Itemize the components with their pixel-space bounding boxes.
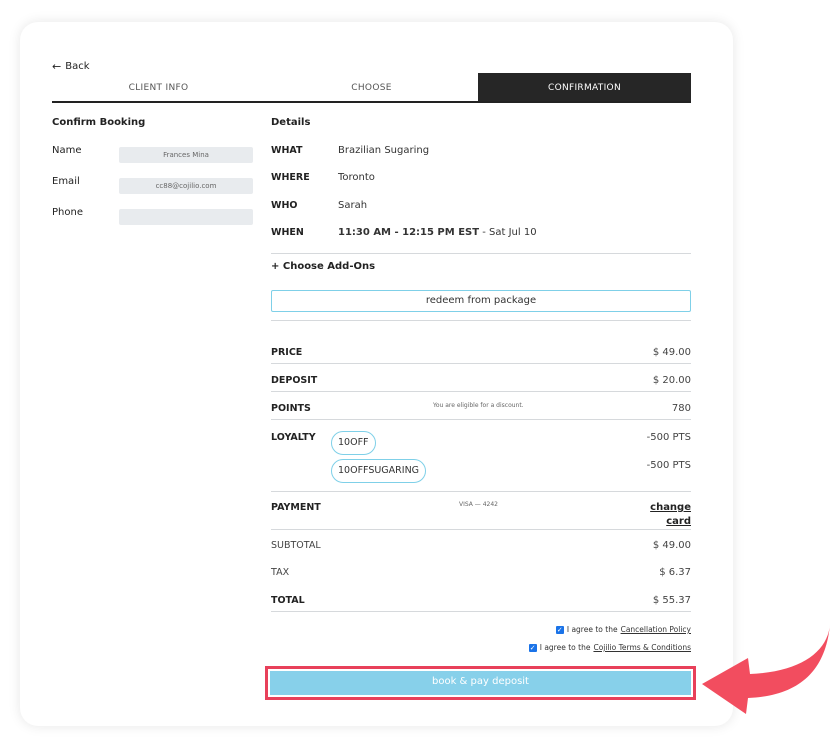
- checkbox-checked-icon[interactable]: ✓: [555, 625, 564, 634]
- agree-prefix: I agree to the: [539, 643, 591, 652]
- phone-field[interactable]: [119, 209, 253, 225]
- total-label: TOTAL: [271, 595, 305, 606]
- points-discount-note: You are eligible for a discount.: [433, 402, 524, 409]
- back-label: Back: [65, 61, 90, 72]
- book-button-highlight: book & pay deposit: [265, 666, 696, 700]
- choose-addons-link[interactable]: + Choose Add-Ons: [271, 261, 375, 272]
- tab-client-info[interactable]: CLIENT INFO: [52, 73, 265, 101]
- payment-label: PAYMENT: [271, 502, 321, 513]
- loyalty-value: -500 PTS: [646, 432, 691, 443]
- divider: [271, 253, 691, 254]
- tab-confirmation[interactable]: CONFIRMATION: [478, 73, 691, 101]
- name-label: Name: [52, 145, 82, 156]
- loyalty-label: LOYALTY: [271, 432, 316, 443]
- total-value: $ 55.37: [652, 595, 691, 606]
- divider: [271, 391, 691, 392]
- email-label: Email: [52, 176, 80, 187]
- arrow-left-icon: ←: [52, 60, 62, 73]
- loyalty-code-10offsugaring[interactable]: 10OFFSUGARING: [331, 459, 427, 483]
- name-field[interactable]: Frances Mina: [119, 147, 253, 163]
- book-pay-deposit-button[interactable]: book & pay deposit: [270, 671, 691, 695]
- divider: [271, 419, 691, 420]
- divider: [271, 611, 691, 612]
- divider: [271, 320, 691, 321]
- pointer-arrow-icon: [702, 624, 830, 714]
- booking-steps-tabs: CLIENT INFO CHOOSE CONFIRMATION: [52, 73, 691, 103]
- where-label: WHERE: [271, 172, 310, 183]
- loyalty-value: -500 PTS: [646, 460, 691, 471]
- terms-conditions-link[interactable]: Cojilio Terms & Conditions: [593, 643, 691, 652]
- terms-agreement: ✓ I agree to the Cojilio Terms & Conditi…: [528, 643, 691, 652]
- points-value: 780: [671, 403, 691, 414]
- where-value: Toronto: [338, 172, 375, 183]
- subtotal-value: $ 49.00: [652, 540, 691, 551]
- what-label: WHAT: [271, 145, 303, 156]
- deposit-label: DEPOSIT: [271, 375, 318, 386]
- cancellation-agreement: ✓ I agree to the Cancellation Policy: [555, 625, 691, 634]
- change-card-line2: card: [666, 516, 691, 527]
- cancellation-policy-link[interactable]: Cancellation Policy: [621, 625, 691, 634]
- who-label: WHO: [271, 200, 298, 211]
- when-date: - Sat Jul 10: [479, 227, 537, 238]
- redeem-package-button[interactable]: redeem from package: [271, 290, 691, 312]
- email-field[interactable]: cc88@cojilio.com: [119, 178, 253, 194]
- price-value: $ 49.00: [652, 347, 691, 358]
- divider: [271, 363, 691, 364]
- confirm-booking-title: Confirm Booking: [52, 117, 146, 128]
- price-label: PRICE: [271, 347, 303, 358]
- what-value: Brazilian Sugaring: [338, 145, 430, 156]
- subtotal-label: SUBTOTAL: [271, 540, 321, 551]
- tax-label: TAX: [271, 567, 290, 578]
- points-label: POINTS: [271, 403, 311, 414]
- divider: [271, 529, 691, 530]
- phone-label: Phone: [52, 207, 83, 218]
- when-time: 11:30 AM - 12:15 PM EST: [338, 227, 480, 238]
- tax-value: $ 6.37: [659, 567, 691, 578]
- checkbox-checked-icon[interactable]: ✓: [528, 643, 537, 652]
- back-link[interactable]: ← Back: [52, 60, 90, 73]
- agree-prefix: I agree to the: [566, 625, 618, 634]
- divider: [271, 491, 691, 492]
- tab-choose[interactable]: CHOOSE: [265, 73, 478, 101]
- when-value: 11:30 AM - 12:15 PM EST - Sat Jul 10: [338, 227, 537, 238]
- change-card-link[interactable]: change card: [650, 501, 691, 529]
- deposit-value: $ 20.00: [652, 375, 691, 386]
- payment-card-info: VISA — 4242: [459, 501, 498, 508]
- loyalty-code-10off[interactable]: 10OFF: [331, 431, 376, 455]
- who-value: Sarah: [338, 200, 368, 211]
- details-title: Details: [271, 117, 311, 128]
- change-card-line1: change: [650, 502, 691, 513]
- when-label: WHEN: [271, 227, 304, 238]
